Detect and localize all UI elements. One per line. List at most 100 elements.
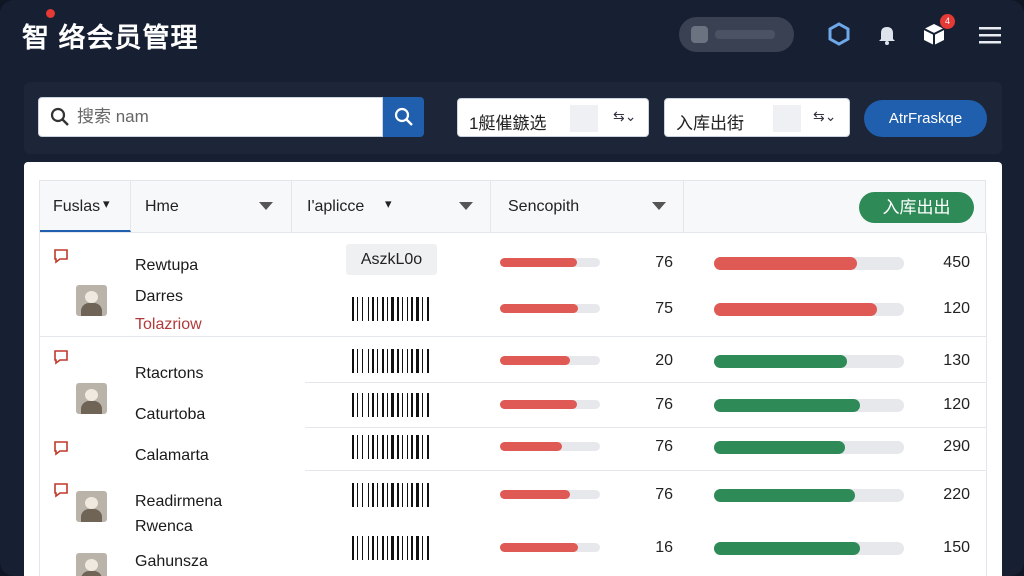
chat-icon[interactable] xyxy=(53,440,69,456)
filter-select-2-value: 入库出街 xyxy=(676,114,744,133)
stock-bar-fill xyxy=(714,399,860,412)
score-bar xyxy=(500,442,600,451)
avatar xyxy=(76,285,107,316)
stock-bar xyxy=(714,257,904,270)
filter-select-1[interactable]: 1艇催鏃选 ⇆⌄ xyxy=(457,98,649,137)
barcode xyxy=(352,297,432,321)
caret-down-icon xyxy=(652,202,666,210)
search-box xyxy=(38,97,383,137)
apply-filter-button[interactable]: AtrFraskqe xyxy=(864,100,987,137)
stock-action-button[interactable]: 入库出出 xyxy=(859,192,974,223)
menu-icon[interactable] xyxy=(976,22,1004,50)
caret-down-icon: ▾ xyxy=(103,196,110,211)
score-bar xyxy=(500,543,600,552)
score-bar-fill xyxy=(500,543,578,552)
stock-value: 450 xyxy=(943,254,970,271)
member-name[interactable]: Rewtupa xyxy=(135,257,198,275)
column-header-3[interactable]: Sencopith xyxy=(491,181,684,232)
column-label: Sencopith xyxy=(508,198,580,215)
avatar xyxy=(76,553,107,576)
column-label: Fuslas xyxy=(53,198,101,215)
column-label: I'aplicce xyxy=(307,198,365,215)
filter-select-2[interactable]: 入库出街 ⇆⌄ xyxy=(664,98,850,137)
score-value: 76 xyxy=(655,254,673,271)
score-value: 76 xyxy=(655,438,673,455)
chat-icon[interactable] xyxy=(53,482,69,498)
score-bar-fill xyxy=(500,442,562,451)
score-bar xyxy=(500,304,600,313)
stock-bar xyxy=(714,303,904,316)
column-header-1[interactable]: Hme xyxy=(131,181,292,232)
brand-dot xyxy=(46,9,55,18)
user-pill[interactable] xyxy=(679,17,794,52)
table-header: Fuslas ▾ Hme I'aplicce ▾ Sencopith xyxy=(39,180,986,233)
score-bar-fill xyxy=(500,304,578,313)
score-bar xyxy=(500,490,600,499)
app-window: 智 络会员管理 4 1艇催鏃选 ⇆⌄ 入库出街 xyxy=(0,0,1024,576)
score-bar xyxy=(500,356,600,365)
member-name[interactable]: Rtacrtons xyxy=(135,365,203,383)
chat-icon[interactable] xyxy=(53,248,69,264)
search-input[interactable] xyxy=(77,105,367,129)
user-name-blurred xyxy=(715,30,775,39)
score-bar-fill xyxy=(500,490,570,499)
row-divider xyxy=(40,336,986,337)
row-divider xyxy=(305,427,986,428)
select-divider xyxy=(570,105,598,132)
score-value: 76 xyxy=(655,486,673,503)
stock-value: 220 xyxy=(943,486,970,503)
barcode xyxy=(352,349,432,373)
notification-badge: 4 xyxy=(940,14,955,29)
barcode xyxy=(352,483,432,507)
chevron-down-icon: ⇆⌄ xyxy=(613,108,637,124)
member-name[interactable]: Caturtoba xyxy=(135,406,205,424)
stock-bar xyxy=(714,542,904,555)
stock-value: 120 xyxy=(943,396,970,413)
stock-bar xyxy=(714,489,904,502)
barcode xyxy=(352,435,432,459)
member-name[interactable]: Gahunsza xyxy=(135,553,208,571)
avatar xyxy=(76,383,107,414)
column-header-2[interactable]: I'aplicce ▾ xyxy=(292,181,491,232)
barcode xyxy=(352,536,432,560)
code-chip: AszkL0o xyxy=(346,244,437,275)
member-name[interactable]: Readirmena xyxy=(135,493,222,511)
row-divider xyxy=(305,470,986,471)
chat-icon[interactable] xyxy=(53,349,69,365)
column-label: Hme xyxy=(145,198,179,215)
score-value: 76 xyxy=(655,396,673,413)
member-name[interactable]: Calamarta xyxy=(135,447,209,465)
search-button[interactable] xyxy=(383,97,424,137)
select-divider xyxy=(773,105,801,132)
score-bar xyxy=(500,400,600,409)
member-subname: Tolazriow xyxy=(135,316,202,333)
search-icon xyxy=(50,107,69,126)
score-value: 75 xyxy=(655,300,673,317)
column-header-0[interactable]: Fuslas ▾ xyxy=(40,181,131,232)
table-right-border xyxy=(986,233,987,576)
app-title: 智 络会员管理 xyxy=(22,23,199,53)
score-bar-fill xyxy=(500,400,577,409)
stock-bar xyxy=(714,441,904,454)
stock-bar-fill xyxy=(714,257,857,270)
bell-icon[interactable] xyxy=(873,20,901,48)
stock-value: 120 xyxy=(943,300,970,317)
stock-bar xyxy=(714,399,904,412)
score-bar-fill xyxy=(500,356,570,365)
stock-bar-fill xyxy=(714,355,847,368)
score-value: 16 xyxy=(655,539,673,556)
table-left-border xyxy=(39,233,40,576)
score-value: 20 xyxy=(655,352,673,369)
row-divider xyxy=(305,382,986,383)
top-bar: 智 络会员管理 4 xyxy=(0,0,1024,72)
hexagon-icon[interactable] xyxy=(825,20,853,48)
stock-value: 150 xyxy=(943,539,970,556)
chevron-down-icon: ⇆⌄ xyxy=(813,108,837,124)
stock-value: 290 xyxy=(943,438,970,455)
filter-select-1-value: 1艇催鏃选 xyxy=(469,114,547,133)
caret-down-icon: ▾ xyxy=(385,196,392,211)
stock-bar xyxy=(714,355,904,368)
stock-bar-fill xyxy=(714,489,855,502)
stock-bar-fill xyxy=(714,441,845,454)
member-name[interactable]: Darres xyxy=(135,288,183,306)
